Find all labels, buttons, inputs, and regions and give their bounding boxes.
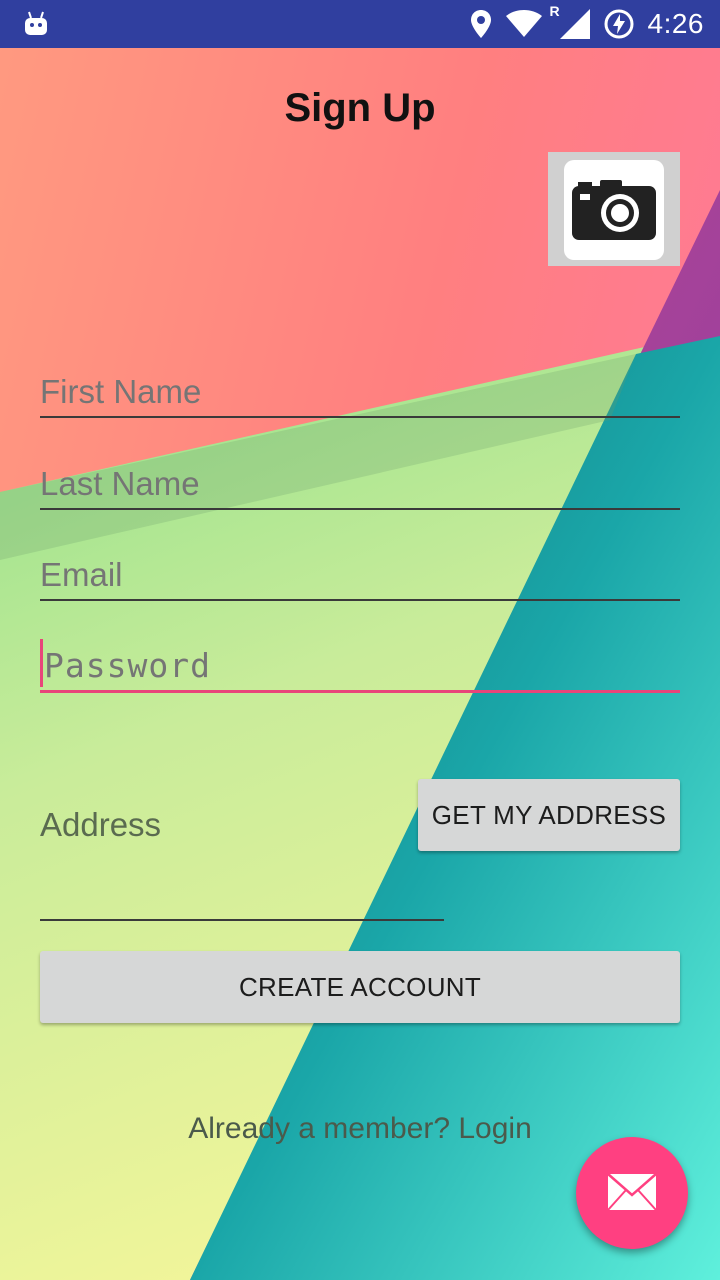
camera-button[interactable] bbox=[548, 152, 680, 266]
status-bar: R 4:26 bbox=[0, 0, 720, 48]
address-label[interactable]: Address bbox=[40, 806, 161, 844]
first-name-field-container bbox=[40, 364, 680, 420]
first-name-underline bbox=[40, 416, 680, 418]
location-icon bbox=[470, 10, 491, 38]
last-name-input[interactable] bbox=[40, 456, 680, 512]
email-fab-button[interactable] bbox=[576, 1137, 688, 1249]
email-field-container bbox=[40, 547, 680, 603]
status-time: 4:26 bbox=[647, 8, 704, 39]
password-input[interactable] bbox=[40, 637, 680, 693]
email-underline bbox=[40, 599, 680, 601]
last-name-field-container bbox=[40, 456, 680, 512]
password-field-container bbox=[40, 637, 680, 693]
camera-icon bbox=[564, 160, 664, 260]
page-title: Sign Up bbox=[284, 86, 436, 130]
get-address-button[interactable]: GET MY ADDRESS bbox=[418, 779, 680, 851]
email-input[interactable] bbox=[40, 547, 680, 603]
android-debug-icon bbox=[25, 11, 47, 35]
address-underline bbox=[40, 919, 444, 921]
network-type-label: R bbox=[549, 3, 560, 19]
create-account-button[interactable]: CREATE ACCOUNT bbox=[40, 951, 680, 1023]
password-underline bbox=[40, 690, 680, 693]
last-name-underline bbox=[40, 508, 680, 510]
first-name-input[interactable] bbox=[40, 364, 680, 420]
email-icon bbox=[607, 1173, 657, 1211]
wifi-icon bbox=[505, 10, 542, 37]
text-cursor bbox=[40, 639, 43, 687]
battery-charging-icon bbox=[604, 9, 633, 39]
signal-icon: R bbox=[550, 3, 590, 41]
